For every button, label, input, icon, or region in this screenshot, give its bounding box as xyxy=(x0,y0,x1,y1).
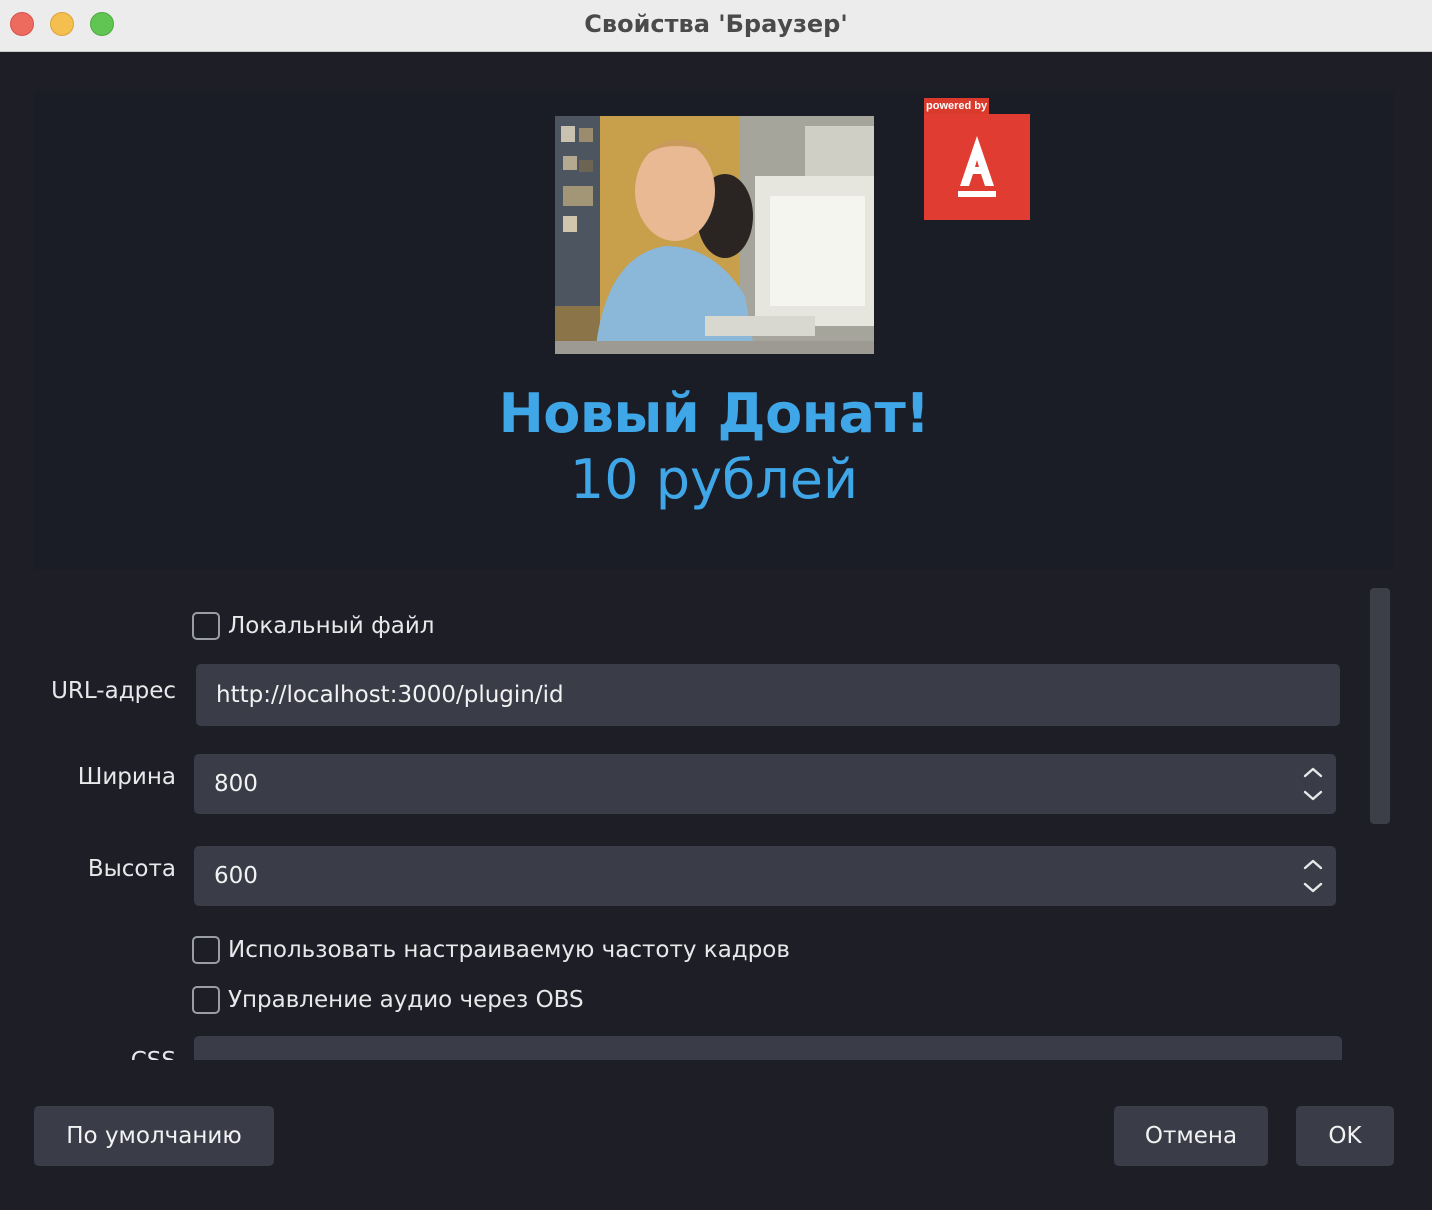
height-value: 600 xyxy=(214,863,258,889)
url-input-value: http://localhost:3000/plugin/id xyxy=(216,682,564,708)
cancel-button[interactable]: Отмена xyxy=(1114,1106,1268,1166)
properties-dialog: Свойства 'Браузер' powered by Новый Дона… xyxy=(0,0,1432,1210)
browser-source-preview: powered by Новый Донат! 10 рублей xyxy=(34,92,1394,570)
height-label: Высота xyxy=(87,856,176,882)
defaults-button[interactable]: По умолчанию xyxy=(34,1106,274,1166)
alfa-letter-icon xyxy=(958,136,996,197)
local-file-checkbox[interactable] xyxy=(192,612,220,640)
window-title: Свойства 'Браузер' xyxy=(584,10,848,38)
css-textarea[interactable] xyxy=(194,1036,1342,1060)
obs-audio-checkbox[interactable] xyxy=(192,986,220,1014)
title-bar: Свойства 'Браузер' xyxy=(0,0,1432,52)
height-spinbox[interactable]: 600 xyxy=(194,846,1336,906)
width-spinbox[interactable]: 800 xyxy=(194,754,1336,814)
alfa-bank-logo xyxy=(924,114,1030,220)
local-file-label: Локальный файл xyxy=(228,613,435,639)
url-input[interactable]: http://localhost:3000/plugin/id xyxy=(196,664,1340,726)
powered-by-text: powered by xyxy=(924,98,990,114)
powered-by-badge: powered by xyxy=(924,98,1030,220)
alert-title: Новый Донат! xyxy=(498,382,930,445)
obs-audio-label: Управление аудио через OBS xyxy=(228,987,584,1013)
boy-at-computer-image xyxy=(555,116,874,354)
ok-button[interactable]: OK xyxy=(1296,1106,1394,1166)
properties-form: Локальный файл URL-адрес http://localhos… xyxy=(0,586,1432,1060)
custom-fps-label: Использовать настраиваемую частоту кадро… xyxy=(228,937,790,963)
local-file-row[interactable]: Локальный файл xyxy=(192,610,434,642)
width-label: Ширина xyxy=(77,764,176,790)
width-stepper-icon[interactable] xyxy=(1302,762,1324,806)
custom-fps-checkbox[interactable] xyxy=(192,936,220,964)
alert-amount: 10 рублей xyxy=(569,448,859,511)
custom-fps-row[interactable]: Использовать настраиваемую частоту кадро… xyxy=(192,934,790,966)
height-stepper-icon[interactable] xyxy=(1302,854,1324,898)
form-scrollbar[interactable] xyxy=(1370,588,1390,824)
obs-audio-row[interactable]: Управление аудио через OBS xyxy=(192,984,584,1016)
url-label: URL-адрес xyxy=(51,678,176,704)
alert-gif-image xyxy=(555,116,874,354)
width-value: 800 xyxy=(214,771,258,797)
css-label: CSS xyxy=(0,1048,176,1060)
